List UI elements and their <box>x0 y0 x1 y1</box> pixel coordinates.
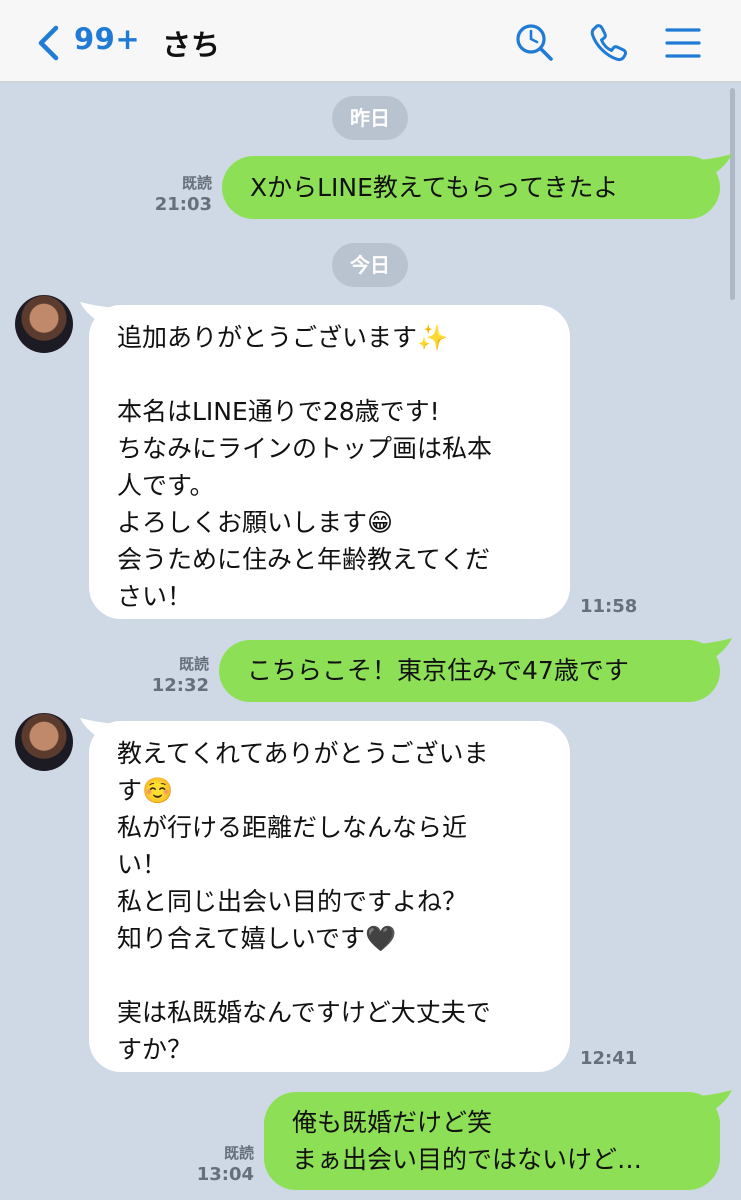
read-receipt: 既読 <box>223 1144 254 1162</box>
menu-button[interactable] <box>664 22 704 62</box>
menu-icon <box>665 28 701 58</box>
search-button[interactable] <box>514 22 554 62</box>
message-time: 12:32 <box>151 675 209 696</box>
message-bubble[interactable]: 教えてくれてありがとうございま す☺️ 私が行ける距離だしなんなら近 い！ 私と… <box>89 721 570 1072</box>
message-meta: 既読 13:04 <box>197 1143 254 1185</box>
message-time: 11:58 <box>580 596 638 617</box>
message-time: 13:04 <box>196 1164 254 1185</box>
message-time: 12:41 <box>580 1048 638 1069</box>
scrollbar[interactable] <box>730 88 735 300</box>
back-chevron-icon <box>38 25 59 61</box>
call-button[interactable] <box>589 22 629 62</box>
read-receipt: 既読 <box>178 655 209 673</box>
read-receipt: 既読 <box>181 174 212 192</box>
message-bubble[interactable]: 俺も既婚だけど笑 まぁ出会い目的ではないけど… <box>264 1092 720 1190</box>
avatar[interactable] <box>15 713 73 771</box>
chat-header: 99+ さち <box>0 0 741 82</box>
message-meta: 既読 21:03 <box>155 173 212 215</box>
avatar[interactable] <box>15 295 73 353</box>
message-bubble[interactable]: 追加ありがとうございます✨ 本名はLINE通りで28歳です! ちなみにラインのト… <box>89 305 570 619</box>
message-time: 21:03 <box>154 194 212 215</box>
unread-count[interactable]: 99+ <box>74 22 140 56</box>
date-separator-yesterday: 昨日 <box>332 96 408 140</box>
phone-icon <box>590 24 627 62</box>
message-meta: 既読 12:32 <box>152 654 209 696</box>
message-bubble[interactable]: XからLINE教えてもらってきたよ <box>222 156 720 219</box>
message-bubble[interactable]: こちらこそ！東京住みで47歳です <box>219 640 720 702</box>
date-separator-today: 今日 <box>332 243 408 287</box>
search-icon <box>516 24 553 61</box>
chat-title: さち <box>162 28 221 62</box>
